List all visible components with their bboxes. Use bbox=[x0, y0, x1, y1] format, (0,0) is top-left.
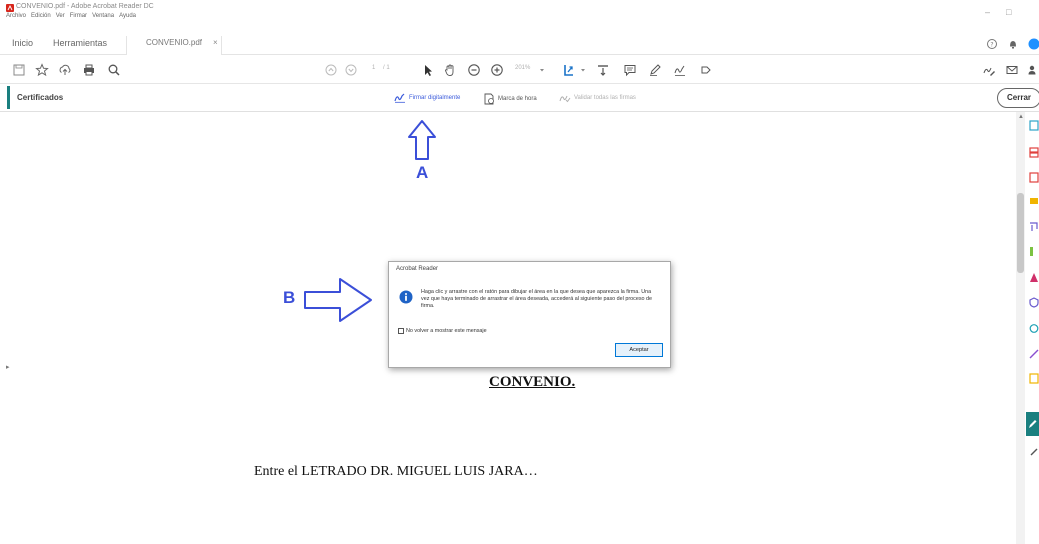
fill-sign-tool-icon[interactable] bbox=[1029, 348, 1039, 359]
aceptar-button[interactable]: Aceptar bbox=[615, 343, 663, 357]
zoom-out-icon[interactable] bbox=[467, 63, 481, 77]
scrollbar[interactable] bbox=[1016, 112, 1025, 544]
tab-herramientas[interactable]: Herramientas bbox=[53, 38, 107, 48]
checkbox-label: No volver a mostrar este mensaje bbox=[406, 328, 487, 334]
dialog-title: Acrobat Reader bbox=[396, 266, 439, 272]
certificates-tool-active[interactable] bbox=[1026, 412, 1039, 436]
menu-ventana[interactable]: Ventana bbox=[92, 13, 114, 19]
right-tools-panel bbox=[1026, 112, 1039, 544]
window-title: CONVENIO.pdf - Adobe Acrobat Reader DC bbox=[16, 3, 154, 10]
annotation-right-arrow-icon bbox=[304, 278, 372, 322]
select-arrow-icon[interactable] bbox=[421, 63, 435, 77]
scrollbar-thumb[interactable] bbox=[1017, 193, 1024, 273]
page-number-input[interactable]: 1 bbox=[372, 65, 375, 71]
document-first-line: Entre el LETRADO DR. MIGUEL LUIS JARA… bbox=[254, 464, 538, 479]
search-icon[interactable] bbox=[107, 63, 121, 77]
marca-de-hora-label: Marca de hora bbox=[498, 96, 537, 102]
page-up-icon[interactable] bbox=[324, 63, 338, 77]
tab-document[interactable]: CONVENIO.pdf × bbox=[126, 36, 222, 55]
certificados-bar: Certificados Firmar digitalmente Marca d… bbox=[0, 84, 1039, 112]
tab-inicio[interactable]: Inicio bbox=[12, 38, 33, 48]
tab-close-icon[interactable]: × bbox=[213, 38, 218, 47]
main-toolbar: 1 / 1 201% bbox=[0, 56, 1039, 84]
scroll-up-icon[interactable]: ▲ bbox=[1018, 114, 1024, 120]
sign-pen-icon bbox=[394, 93, 405, 103]
validate-signatures-icon bbox=[559, 95, 571, 103]
menu-firmar[interactable]: Firmar bbox=[70, 13, 87, 19]
left-panel-toggle-icon[interactable]: ▸ bbox=[6, 363, 10, 371]
acrobat-logo-icon bbox=[6, 4, 14, 12]
svg-text:?: ? bbox=[990, 42, 993, 49]
certificados-title: Certificados bbox=[17, 93, 64, 102]
tab-bar: Inicio Herramientas CONVENIO.pdf × ? bbox=[0, 36, 1039, 55]
timestamp-icon bbox=[484, 93, 494, 105]
send-comments-icon[interactable] bbox=[1029, 373, 1039, 384]
more-tools-icon[interactable] bbox=[1029, 446, 1039, 457]
cerrar-button[interactable]: Cerrar bbox=[997, 88, 1039, 108]
validar-firmas-label: Validar todas las firmas bbox=[574, 95, 636, 101]
optimize-icon[interactable] bbox=[1029, 323, 1039, 334]
fill-sign-icon[interactable] bbox=[982, 63, 996, 77]
info-icon bbox=[399, 290, 413, 304]
dialog-message: Haga clic y arrastre con el ratón para d… bbox=[421, 289, 653, 309]
annotation-label-a: A bbox=[416, 163, 429, 182]
title-bar: CONVENIO.pdf - Adobe Acrobat Reader DC A… bbox=[0, 0, 1039, 24]
comment-icon[interactable] bbox=[623, 63, 637, 77]
export-pdf-icon[interactable] bbox=[1029, 120, 1039, 131]
create-pdf-icon[interactable] bbox=[1029, 147, 1039, 158]
pen-icon[interactable] bbox=[648, 63, 662, 77]
protect-icon[interactable] bbox=[1029, 297, 1039, 308]
bell-icon[interactable] bbox=[1007, 38, 1019, 50]
user-add-icon[interactable] bbox=[1027, 63, 1039, 77]
comment-tool-icon[interactable] bbox=[1029, 196, 1039, 207]
menu-archivo[interactable]: Archivo bbox=[6, 13, 26, 19]
page-total: / 1 bbox=[383, 65, 390, 71]
minimize-button[interactable]: – bbox=[985, 7, 990, 17]
menu-bar: Archivo Edición Ver Firmar Ventana Ayuda bbox=[6, 13, 136, 19]
help-icon[interactable]: ? bbox=[986, 38, 998, 50]
upload-icon[interactable] bbox=[58, 63, 72, 77]
zoom-dropdown-icon[interactable] bbox=[535, 63, 549, 77]
checkbox-box[interactable] bbox=[398, 328, 404, 334]
profile-icon[interactable] bbox=[1028, 38, 1039, 50]
menu-edicion[interactable]: Edición bbox=[31, 13, 51, 19]
validar-firmas-button[interactable]: Validar todas las firmas bbox=[559, 93, 636, 103]
marca-de-hora-button[interactable]: Marca de hora bbox=[484, 93, 537, 105]
share-icon[interactable] bbox=[699, 63, 713, 77]
mail-icon[interactable] bbox=[1005, 63, 1019, 77]
annotation-up-arrow-icon bbox=[408, 120, 436, 160]
zoom-level[interactable]: 201% bbox=[515, 65, 530, 71]
redact-icon[interactable] bbox=[1029, 272, 1039, 283]
organize-pages-icon[interactable] bbox=[1029, 246, 1039, 257]
certificates-pen-icon bbox=[1029, 420, 1037, 428]
scroll-mode-icon[interactable] bbox=[596, 63, 610, 77]
print-icon[interactable] bbox=[82, 63, 96, 77]
combine-files-icon[interactable] bbox=[1029, 221, 1039, 232]
zoom-in-icon[interactable] bbox=[490, 63, 504, 77]
fit-page-icon[interactable] bbox=[562, 63, 576, 77]
document-heading: CONVENIO. bbox=[489, 374, 576, 390]
page-down-icon[interactable] bbox=[344, 63, 358, 77]
annotation-label-b: B bbox=[283, 288, 296, 307]
firmar-digitalmente-button[interactable]: Firmar digitalmente bbox=[394, 93, 460, 103]
dont-show-again-checkbox[interactable]: No volver a mostrar este mensaje bbox=[398, 328, 487, 334]
sign-icon[interactable] bbox=[673, 63, 687, 77]
dialog-titlebar: Acrobat Reader bbox=[389, 262, 670, 279]
star-icon[interactable] bbox=[35, 63, 49, 77]
menu-ver[interactable]: Ver bbox=[56, 13, 65, 19]
fit-dropdown-icon[interactable] bbox=[577, 63, 591, 77]
firmar-digitalmente-label: Firmar digitalmente bbox=[409, 95, 461, 101]
save-icon[interactable] bbox=[12, 63, 26, 77]
menu-ayuda[interactable]: Ayuda bbox=[119, 13, 136, 19]
hand-icon[interactable] bbox=[443, 63, 457, 77]
edit-pdf-icon[interactable] bbox=[1029, 172, 1039, 183]
maximize-button[interactable]: □ bbox=[1006, 7, 1011, 17]
certificados-accent bbox=[7, 86, 10, 109]
acrobat-dialog: Acrobat Reader Haga clic y arrastre con … bbox=[388, 261, 671, 368]
acrobat-window: CONVENIO.pdf - Adobe Acrobat Reader DC A… bbox=[0, 0, 1039, 544]
tab-document-label: CONVENIO.pdf bbox=[146, 38, 203, 47]
